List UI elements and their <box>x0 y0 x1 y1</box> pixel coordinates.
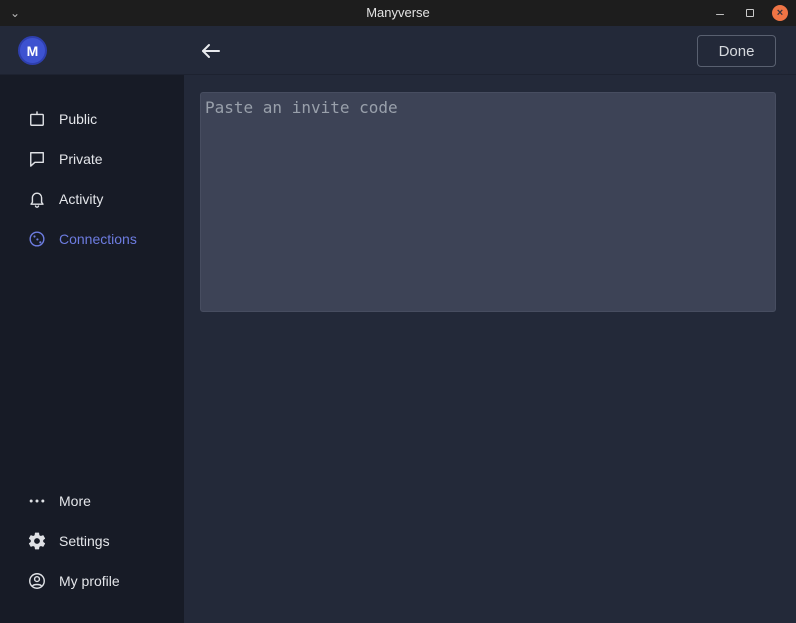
back-arrow-icon <box>199 39 223 63</box>
titlebar: ⌄ Manyverse – × <box>0 0 796 26</box>
sidebar-item-label: More <box>59 493 91 509</box>
bell-icon <box>27 189 47 209</box>
sidebar-item-more[interactable]: More <box>0 481 184 521</box>
close-button[interactable]: × <box>772 5 788 21</box>
sidebar-item-my-profile[interactable]: My profile <box>0 561 184 601</box>
window-controls: – × <box>712 0 788 26</box>
sidebar-item-settings[interactable]: Settings <box>0 521 184 561</box>
sidebar-item-label: Public <box>59 111 97 127</box>
sidebar-item-label: Connections <box>59 231 137 247</box>
maximize-button[interactable] <box>742 5 758 21</box>
sidebar-item-label: Private <box>59 151 103 167</box>
sidebar-item-connections[interactable]: Connections <box>0 219 184 259</box>
sidebar-item-public[interactable]: Public <box>0 99 184 139</box>
sidebar-item-label: Settings <box>59 533 110 549</box>
maximize-icon <box>746 9 754 17</box>
sidebar-item-activity[interactable]: Activity <box>0 179 184 219</box>
window-title: Manyverse <box>0 0 796 26</box>
sidebar-item-private[interactable]: Private <box>0 139 184 179</box>
app-header: M Done <box>0 26 796 75</box>
gear-icon <box>27 531 47 551</box>
sidebar-item-label: My profile <box>59 573 120 589</box>
sidebar: Public Private Activity <box>0 75 184 623</box>
logo-letter: M <box>27 43 39 59</box>
dots-icon <box>27 491 47 511</box>
connections-icon <box>27 229 47 249</box>
profile-icon <box>27 571 47 591</box>
message-icon <box>27 149 47 169</box>
app-body: Public Private Activity <box>0 75 796 623</box>
bulletin-board-icon <box>27 109 47 129</box>
done-button[interactable]: Done <box>697 35 776 67</box>
sidebar-item-label: Activity <box>59 191 103 207</box>
manyverse-logo: M <box>18 36 47 65</box>
main-content <box>184 75 796 623</box>
invite-code-input[interactable] <box>200 92 776 312</box>
minimize-button[interactable]: – <box>712 5 728 21</box>
manyverse-window: ⌄ Manyverse – × M Done <box>0 0 796 623</box>
back-button[interactable] <box>199 39 223 63</box>
